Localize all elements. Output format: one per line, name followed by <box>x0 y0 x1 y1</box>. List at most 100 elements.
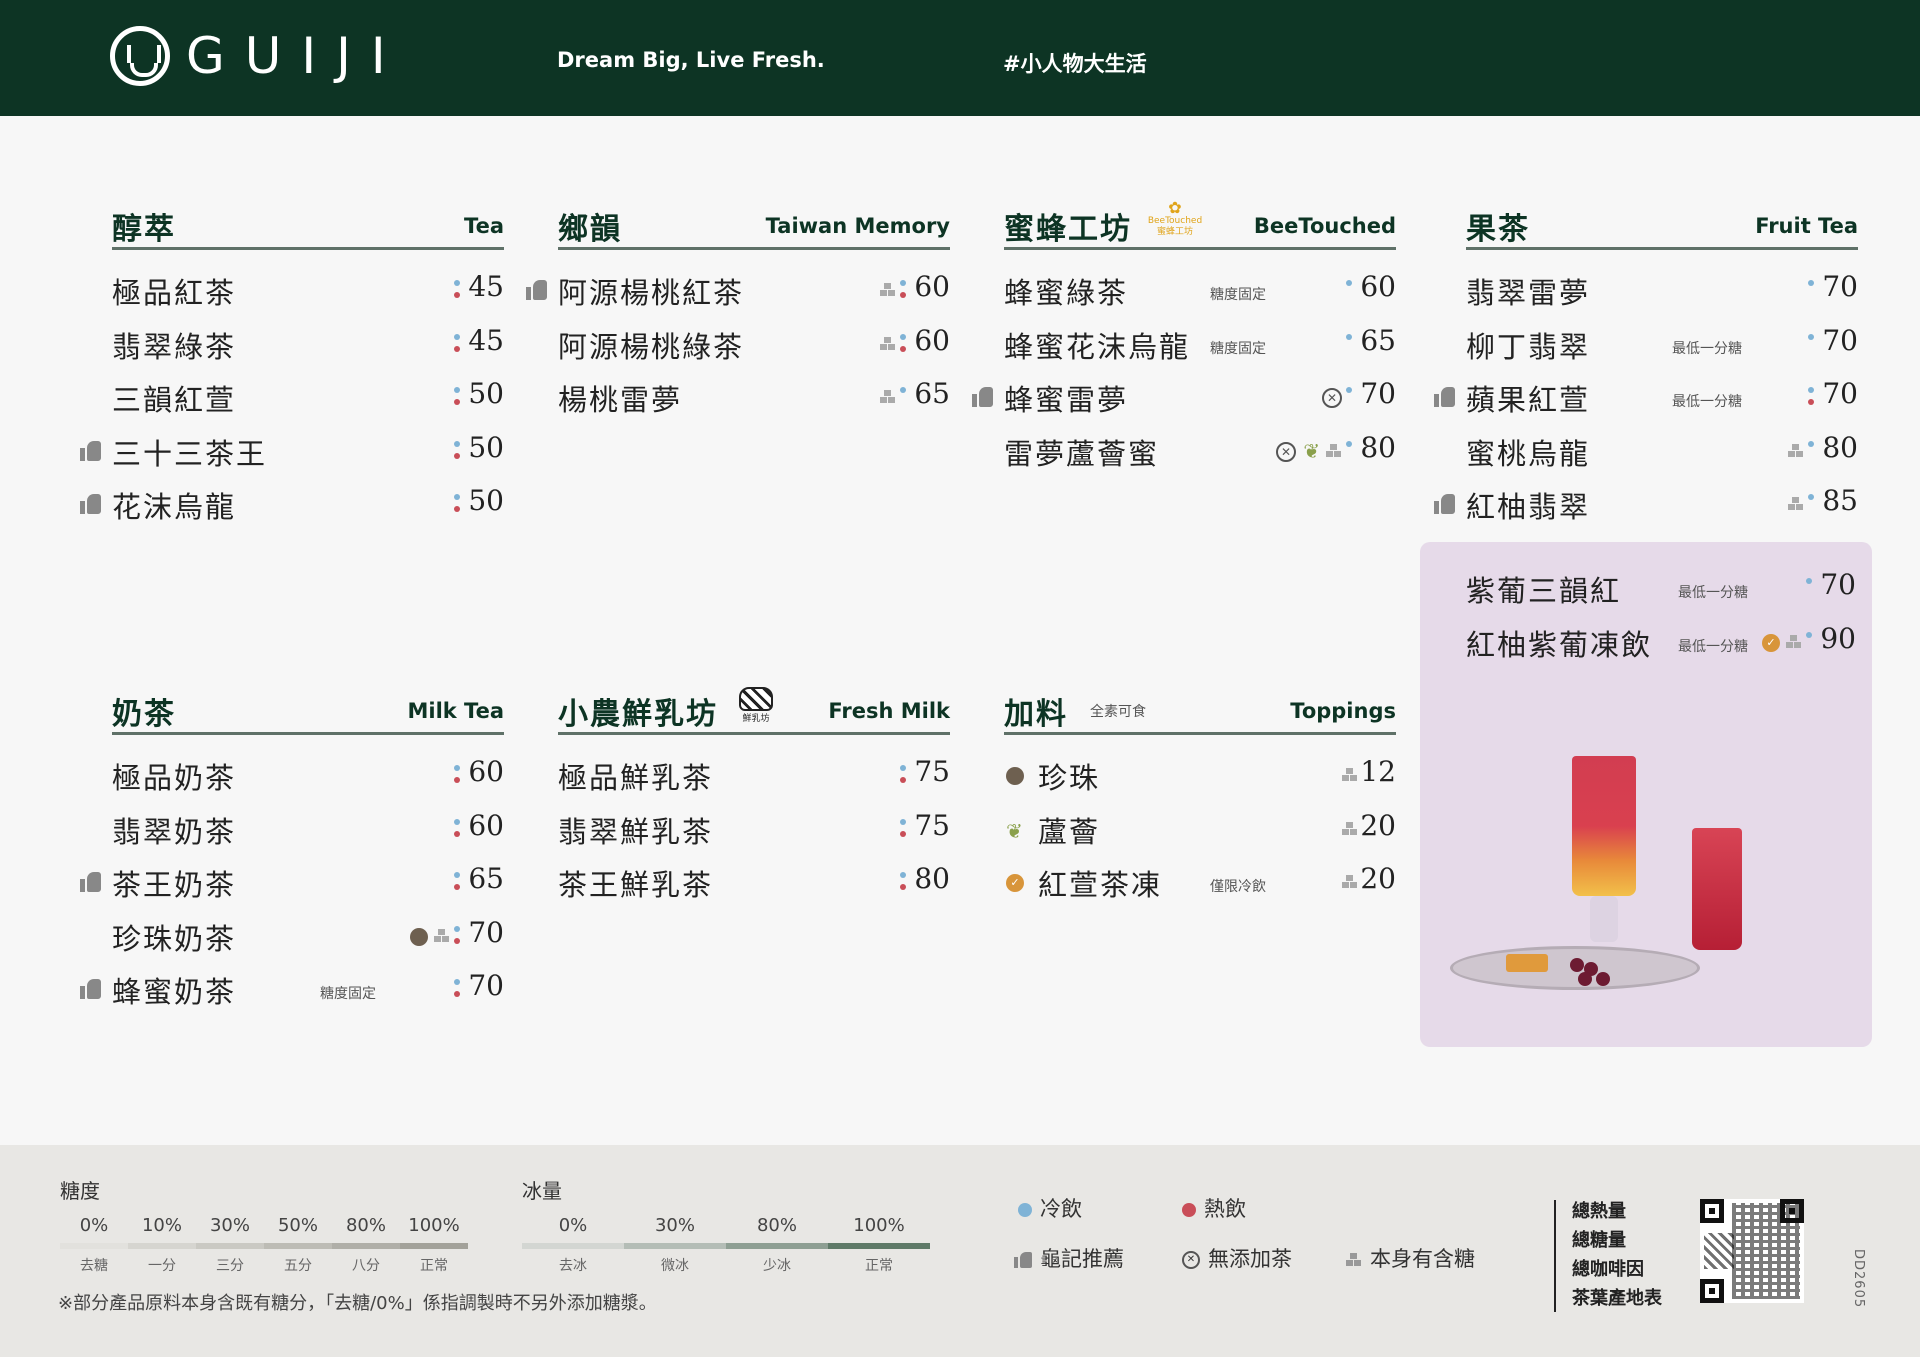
item-name: 阿源楊桃綠茶 <box>558 329 745 364</box>
level-label: 一分 <box>148 1258 176 1274</box>
item-price: 45 <box>468 323 504 357</box>
menu-list: 珍珠 12 ❦ 蘆薈 20 ✓ 紅萱茶凍 僅限冷飲 20 <box>1004 749 1396 910</box>
menu-item[interactable]: 柳丁翡翠 最低一分糖 70 <box>1466 318 1858 372</box>
menu-list: 極品鮮乳茶 75 翡翠鮮乳茶 75 茶王鮮乳茶 80 <box>558 749 950 910</box>
sugar-cube-icon <box>880 283 896 297</box>
menu-item[interactable]: 茶王奶茶 65 <box>80 856 504 910</box>
level-label: 八分 <box>352 1258 380 1274</box>
menu-item[interactable]: 翡翠鮮乳茶 75 <box>558 803 950 857</box>
item-name: 茶王鮮乳茶 <box>558 868 714 902</box>
fresh-milk-badge: 鮮乳坊 <box>734 687 778 727</box>
item-price: 70 <box>1360 377 1396 410</box>
cold-dot-icon <box>454 494 460 500</box>
item-name: 蜂蜜花沫烏龍 <box>1004 329 1191 364</box>
menu-item[interactable]: 珍珠奶茶 70 <box>112 910 504 964</box>
temperature-indicator <box>454 924 460 950</box>
menu-item[interactable]: 紫葡三韻紅 最低一分糖 70 <box>1466 562 1856 616</box>
menu-item[interactable]: 蜂蜜綠茶 糖度固定 60 <box>1004 264 1396 318</box>
menu-item[interactable]: 極品奶茶 60 <box>112 749 504 803</box>
thumbs-up-icon <box>1434 494 1456 514</box>
info-link-caffeine[interactable]: 總咖啡因 <box>1572 1255 1662 1284</box>
menu-item[interactable]: 雷夢蘆薈蜜 ❦ ✕ 80 <box>1004 425 1396 479</box>
level-bar <box>726 1243 828 1249</box>
menu-item[interactable]: 阿源楊桃紅茶 60 <box>526 264 950 318</box>
menu-item[interactable]: 紅柚紫葡凍飲 最低一分糖 ✓ 90 <box>1466 616 1856 670</box>
item-name: 蜂蜜奶茶 <box>112 975 237 1009</box>
item-name: 紅萱茶凍 <box>1038 868 1163 902</box>
menu-item[interactable]: 翡翠奶茶 60 <box>112 803 504 857</box>
cold-dot-icon <box>900 765 906 771</box>
item-name: 三韻紅萱 <box>112 383 237 417</box>
cold-dot-icon <box>1808 333 1814 340</box>
print-code: DD2605 <box>1851 1249 1866 1309</box>
hot-dot-icon <box>900 777 906 783</box>
level-percent: 100% <box>853 1215 905 1236</box>
level-percent: 100% <box>408 1215 460 1236</box>
cold-dot-icon <box>1346 387 1352 393</box>
item-name: 翡翠鮮乳茶 <box>558 814 714 849</box>
menu-item[interactable]: 極品鮮乳茶 75 <box>558 749 950 803</box>
item-price: 70 <box>1822 270 1858 303</box>
menu-item[interactable]: ❦ 蘆薈 20 <box>1004 803 1396 857</box>
info-link-sugar[interactable]: 總糖量 <box>1572 1226 1662 1255</box>
pearl-icon <box>1006 767 1024 785</box>
badge-zh: 蜜蜂工坊 <box>1156 227 1193 237</box>
brand-logo[interactable]: GUIJI <box>110 26 406 86</box>
item-note: 最低一分糖 <box>1672 394 1742 410</box>
menu-item[interactable]: 極品紅茶 45 <box>112 264 504 318</box>
header-bar: GUIJI Dream Big, Live Fresh. #小人物大生活 <box>0 0 1920 116</box>
menu-item[interactable]: 阿源楊桃綠茶 60 <box>558 318 950 372</box>
section-toppings: 加料 全素可食 Toppings 珍珠 12 ❦ 蘆薈 20 ✓ 紅萱茶凍 僅限冷飲 20 <box>1004 685 1396 910</box>
item-price: 12 <box>1360 755 1396 788</box>
sugar-cube-icon <box>1342 875 1358 889</box>
menu-item[interactable]: 三韻紅萱 50 <box>112 371 504 425</box>
level-percent: 0% <box>79 1215 109 1236</box>
level-label: 五分 <box>284 1258 312 1274</box>
menu-item[interactable]: 珍珠 12 <box>1004 749 1396 803</box>
level-bar <box>400 1243 468 1249</box>
item-price: 20 <box>1360 862 1396 895</box>
sugar-cube-icon <box>1788 443 1804 458</box>
qr-code[interactable] <box>1700 1199 1804 1303</box>
menu-item[interactable]: 茶王鮮乳茶 80 <box>558 856 950 910</box>
item-name: 蜂蜜雷夢 <box>1004 383 1129 417</box>
info-link-tea-origin[interactable]: 茶葉產地表 <box>1572 1284 1662 1313</box>
menu-item[interactable]: 蜂蜜花沫烏龍 糖度固定 65 <box>1004 318 1396 372</box>
section-title-zh: 果茶 <box>1466 212 1530 247</box>
menu-item[interactable]: 紅柚翡翠 85 <box>1434 478 1858 532</box>
menu-item[interactable]: 蜂蜜雷夢 ✕ 70 <box>972 371 1396 425</box>
hot-dot-icon <box>454 777 460 783</box>
menu-item[interactable]: 翡翠綠茶 45 <box>112 318 504 372</box>
cold-dot-icon <box>1808 440 1814 447</box>
badge-en: BeeTouched <box>1147 216 1203 226</box>
hashtag: #小人物大生活 <box>1003 52 1147 76</box>
item-name: 紅柚翡翠 <box>1466 490 1591 524</box>
hot-dot-icon <box>454 830 460 837</box>
info-link-calories[interactable]: 總熱量 <box>1572 1197 1662 1226</box>
menu-item[interactable]: ✓ 紅萱茶凍 僅限冷飲 20 <box>1004 856 1396 910</box>
temperature-indicator <box>1346 439 1352 465</box>
menu-item[interactable]: 蘋果紅萱 最低一分糖 70 <box>1434 371 1858 425</box>
temperature-indicator <box>900 763 906 789</box>
menu-item[interactable]: 蜜桃烏龍 80 <box>1466 425 1858 479</box>
thumbs-up-icon <box>1014 1252 1032 1268</box>
item-price: 70 <box>1822 377 1858 410</box>
menu-item[interactable]: 楊桃雷夢 65 <box>558 371 950 425</box>
item-price: 80 <box>914 862 950 895</box>
tea-jelly-icon: ✓ <box>1006 874 1024 892</box>
menu-item[interactable]: 翡翠雷夢 70 <box>1466 264 1858 318</box>
menu-item[interactable]: 三十三茶王 50 <box>80 425 504 479</box>
item-price: 45 <box>468 270 504 303</box>
menu-item[interactable]: 蜂蜜奶茶 糖度固定 70 <box>80 963 504 1017</box>
level-bar <box>624 1243 726 1249</box>
section-header: 奶茶 Milk Tea <box>112 685 504 735</box>
item-name: 蜂蜜綠茶 <box>1004 276 1129 310</box>
cold-dot-icon <box>1346 280 1352 286</box>
item-name: 蘋果紅萱 <box>1466 383 1591 417</box>
sugar-cube-icon <box>1342 768 1358 782</box>
menu-item[interactable]: 花沫烏龍 50 <box>80 478 504 532</box>
pearl-icon <box>410 927 428 946</box>
temperature-indicator <box>1808 278 1814 304</box>
drink-glass <box>1572 756 1636 896</box>
legend-label: 本身有含糖 <box>1370 1247 1475 1271</box>
